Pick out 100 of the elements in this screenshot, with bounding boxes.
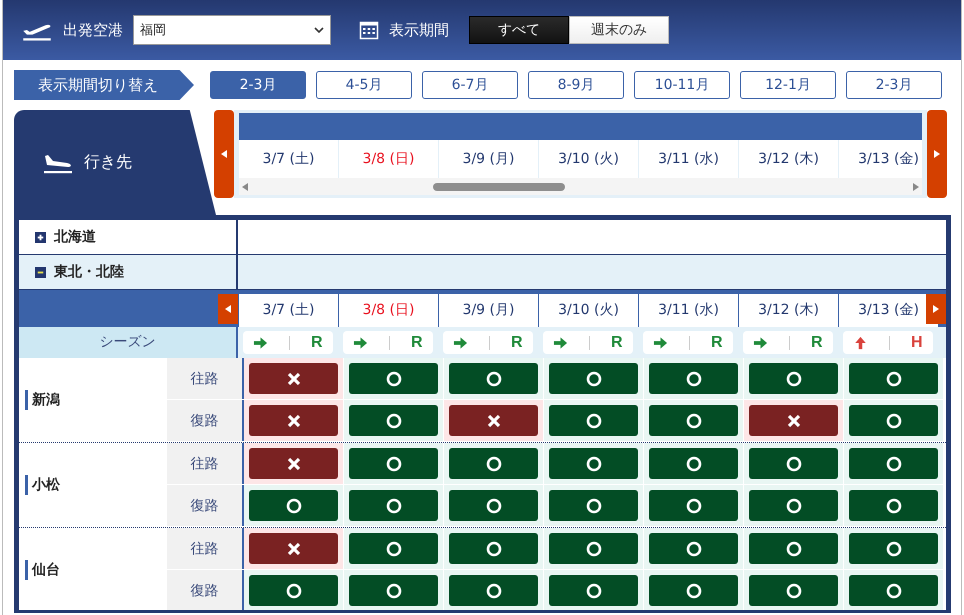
route-label: 復路 [167,400,244,441]
up-arrow-icon [853,336,868,350]
circle-icon [886,498,902,514]
circle-icon [286,498,302,514]
circle-icon [786,540,802,556]
availability-button[interactable] [749,363,838,394]
availability-button[interactable] [649,575,738,606]
availability-button[interactable] [849,405,938,436]
period-button[interactable]: 6-7月 [422,71,518,99]
right-arrow-icon [653,336,668,350]
availability-button[interactable] [249,363,338,394]
circle-icon [286,582,302,598]
circle-icon [386,540,402,556]
availability-button[interactable] [549,575,638,606]
caret-left-icon [242,182,248,190]
availability-button[interactable] [449,490,538,521]
season-label: シーズン [19,327,238,358]
period-switch-label: 表示期間切り替え [14,70,194,100]
availability-button[interactable] [649,533,738,564]
circle-icon [686,412,702,428]
availability-button[interactable] [449,448,538,479]
availability-button[interactable] [349,490,438,521]
availability-button[interactable] [249,533,338,564]
availability-button[interactable] [749,448,838,479]
calendar-icon [359,20,379,40]
circle-icon [486,456,502,472]
availability-button[interactable] [449,363,538,394]
airport-select[interactable]: 福岡 [133,15,331,45]
cross-icon [286,370,302,386]
circle-icon [386,370,402,386]
period-button[interactable]: 2-3月 [846,71,942,99]
availability-button[interactable] [749,490,838,521]
region-row[interactable]: 北海道 [19,220,946,255]
availability-button[interactable] [649,405,738,436]
scroll-left-button[interactable] [218,294,238,324]
plus-icon[interactable] [35,232,46,242]
period-button[interactable]: 2-3月 [210,71,306,99]
availability-button[interactable] [349,448,438,479]
availability-button[interactable] [649,490,738,521]
scroll-left-button[interactable] [214,110,234,198]
availability-button[interactable] [849,363,938,394]
availability-button[interactable] [249,405,338,436]
availability-button[interactable] [349,533,438,564]
availability-button[interactable] [749,575,838,606]
availability-button[interactable] [449,533,538,564]
availability-button[interactable] [549,448,638,479]
availability-button[interactable] [349,405,438,436]
scroll-right-button[interactable] [926,294,946,324]
minus-icon[interactable] [35,266,46,278]
circle-icon [886,412,902,428]
city-name: 新潟 [25,390,60,410]
availability-button[interactable] [549,363,638,394]
availability-button[interactable] [249,490,338,521]
circle-icon [686,540,702,556]
availability-button[interactable] [849,575,938,606]
availability-button[interactable] [349,575,438,606]
availability-button[interactable] [549,533,638,564]
availability-button[interactable] [849,490,938,521]
availability-button[interactable] [549,405,638,436]
display-toggle[interactable]: すべて [469,16,569,44]
availability-button[interactable] [849,448,938,479]
date-header: 3/12 (木) [738,294,838,327]
date-header: 3/7 (土) [238,294,338,327]
availability-button[interactable] [749,533,838,564]
cross-icon [286,456,302,472]
availability-button[interactable] [249,575,338,606]
period-button[interactable]: 4-5月 [316,71,412,99]
availability-button[interactable] [749,405,838,436]
availability-button[interactable] [549,490,638,521]
display-toggle[interactable]: 週末のみ [569,16,669,44]
right-arrow-icon [353,336,368,350]
right-arrow-icon [253,336,268,350]
scroll-right-button[interactable] [927,110,947,198]
route-label: 往路 [167,358,244,399]
region-row[interactable]: 東北・北陸 [19,255,946,290]
period-button[interactable]: 8-9月 [528,71,624,99]
period-button[interactable]: 12-1月 [740,71,836,99]
circle-icon [886,370,902,386]
circle-icon [586,540,602,556]
availability-button[interactable] [649,363,738,394]
route-label: 復路 [167,485,244,526]
period-button[interactable]: 10-11月 [634,71,730,99]
caret-left-icon [225,305,231,313]
circle-icon [786,456,802,472]
circle-icon [886,540,902,556]
availability-button[interactable] [649,448,738,479]
circle-icon [586,582,602,598]
circle-icon [886,582,902,598]
caret-right-icon [933,305,939,313]
route-label: 往路 [167,528,244,569]
caret-right-icon [913,182,919,190]
availability-button[interactable] [349,363,438,394]
availability-button[interactable] [449,575,538,606]
caret-right-icon [934,150,940,158]
availability-button[interactable] [849,533,938,564]
circle-icon [486,498,502,514]
availability-button[interactable] [249,448,338,479]
availability-button[interactable] [449,405,538,436]
horizontal-scrollbar[interactable] [239,178,922,195]
right-arrow-icon [453,336,468,350]
